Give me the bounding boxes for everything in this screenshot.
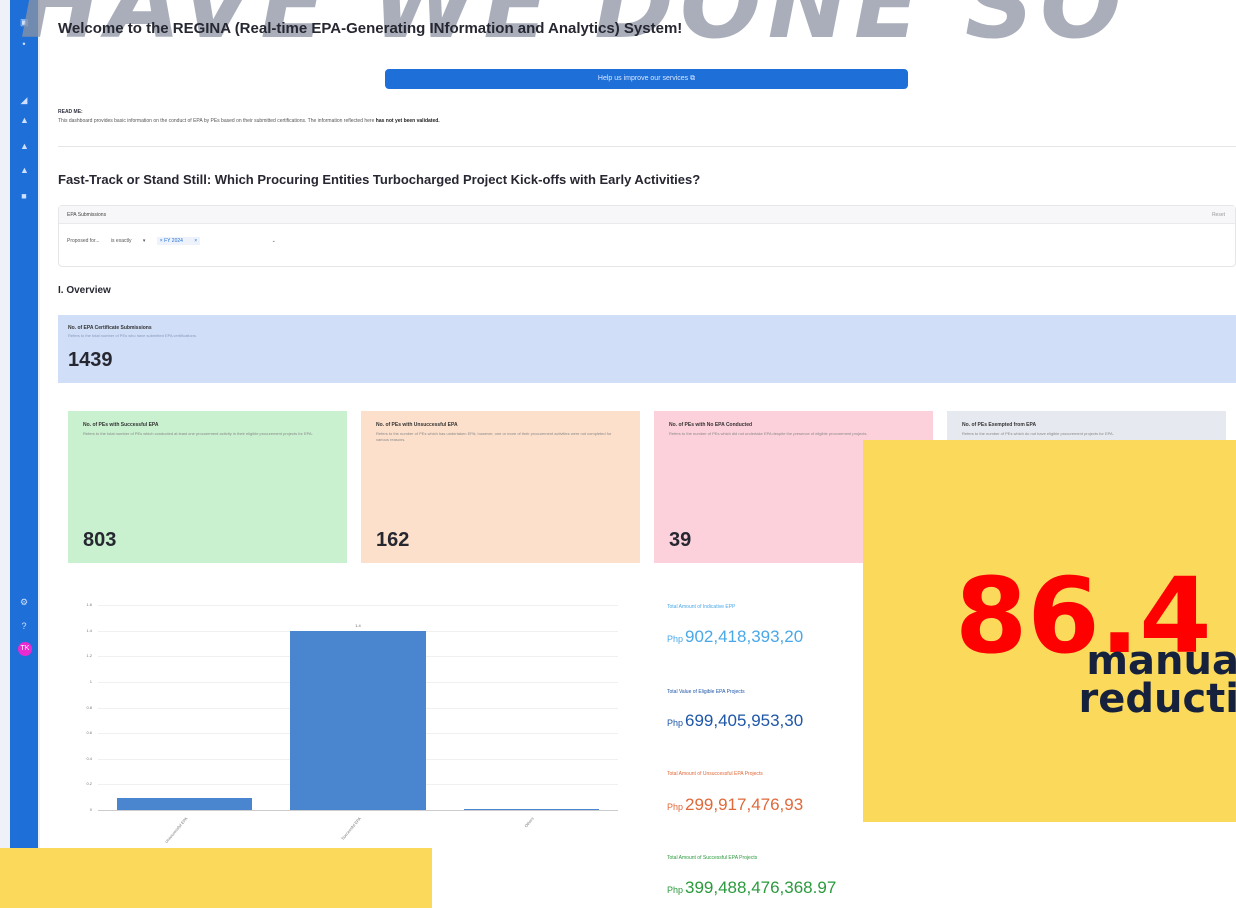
chart-y-tick-label: 1.6 (86, 602, 92, 607)
chart-y-tick-label: 0 (89, 807, 92, 812)
metric-card-submissions: No. of EPA Certificate Submissions Refer… (58, 315, 1236, 383)
help-button-label: Help us improve our services (597, 75, 689, 82)
filter-operator-select[interactable]: is exactly ▾ (111, 238, 145, 244)
sidebar: ▣ • ◢ ▲ ▲ ▲ ■ ⚙ ? TK (0, 0, 40, 908)
amount-value: Php 299,917,476,93 (667, 795, 803, 815)
amount-label: Total Amount of Successful EPA Projects (667, 855, 758, 861)
amount-value: Php 699,405,953,30 (667, 711, 803, 731)
amount-number: 299,917,476,93 (685, 795, 804, 814)
chart-x-tick-label: Others (523, 816, 536, 829)
filter-dropdown-icon[interactable]: ⌄ (272, 238, 276, 244)
divider (58, 146, 1236, 147)
team-icon[interactable]: ▲ (20, 166, 29, 175)
overlay-caption: manua reducti (1078, 638, 1236, 722)
currency-label: Php (667, 634, 684, 644)
chart-y-tick-label: 0.4 (86, 755, 92, 761)
filter-panel: EPA Submissions Reset Proposed for... is… (58, 205, 1236, 267)
metric-value: 803 (83, 529, 117, 551)
chart-bar-label: 1.4 (355, 622, 361, 628)
amount-number: 902,418,393,20 (685, 627, 804, 646)
help-improve-button[interactable]: Help us improve our services ⧉ (385, 69, 908, 89)
chart-y-tick-label: 0.6 (86, 730, 92, 736)
filter-chip-label: FY 2024 (164, 238, 183, 244)
bar-chart: 0 0.2 0.4 0.6 0.8 1 1.2 1.4 1.6 Unsuccessful EPA 1… (58, 585, 628, 850)
filter-row: Proposed for... is exactly ▾ × FY 2024 ×… (67, 237, 286, 245)
chart-x-tick-label: Unsuccessful EPA (163, 816, 189, 845)
avatar[interactable]: TK (18, 642, 32, 656)
readme-emphasis: has not yet been validated. (375, 118, 440, 124)
filter-value-chip[interactable]: × FY 2024 × (156, 237, 201, 245)
help-icon[interactable]: ? (20, 622, 28, 631)
chart-x-tick-label: Successful EPA (339, 816, 362, 841)
metric-title: No. of PEs with Successful EPA (83, 422, 159, 428)
metric-value: 162 (376, 529, 410, 551)
filter-header-label: EPA Submissions (67, 212, 107, 218)
overlay-banner (0, 848, 432, 908)
amount-label: Total Value of Eligible EPA Projects (667, 689, 745, 695)
amount-label: Total Amount of Indicative EPP (667, 604, 736, 610)
metric-description: Refers to the total number of PEs who ha… (68, 333, 197, 338)
metric-title: No. of PEs with No EPA Conducted (669, 422, 753, 428)
overlay-caption-line: reducti (1078, 676, 1236, 722)
currency-label: Php (667, 885, 684, 895)
metric-title: No. of EPA Certificate Submissions (68, 325, 152, 331)
chart-y-tick-label: 0.2 (86, 781, 92, 787)
metric-description: Refers to the total number of PEs which … (83, 431, 313, 436)
chart-gridline (98, 605, 618, 606)
readme-title: READ ME: (58, 109, 83, 115)
user-icon[interactable]: ▲ (20, 116, 29, 125)
external-link-icon: ⧉ (690, 75, 696, 82)
metric-title: No. of PEs Exempted from EPA (962, 422, 1037, 428)
chart-bar[interactable] (117, 798, 253, 810)
amount-number: 399,488,476,368.97 (685, 878, 837, 897)
section-title: Fast-Track or Stand Still: Which Procuri… (58, 172, 701, 187)
filter-operator-label: is exactly (110, 238, 132, 244)
group-icon[interactable]: ▲ (20, 142, 29, 151)
currency-label: Php (667, 718, 684, 728)
document-icon[interactable]: ■ (20, 192, 28, 201)
overview-heading: I. Overview (58, 285, 111, 296)
metric-card-unsuccessful: No. of PEs with Unsuccessful EPA Refers … (361, 411, 640, 563)
screenshot: ▣ • ◢ ▲ ▲ ▲ ■ ⚙ ? TK HAVE WE DONE SO Wel… (0, 0, 1236, 908)
amount-number: 699,405,953,30 (685, 711, 804, 730)
amount-value: Php 902,418,393,20 (667, 627, 803, 647)
filter-field-select[interactable]: Proposed for... (67, 238, 100, 244)
metric-card-successful: No. of PEs with Successful EPA Refers to… (68, 411, 347, 563)
filter-header[interactable]: EPA Submissions Reset (59, 206, 1235, 224)
sidebar-nav (10, 0, 38, 850)
readme-text: This dashboard provides basic informatio… (58, 118, 440, 124)
chart-y-tick-label: 1.4 (86, 627, 92, 633)
chart-icon[interactable]: ◢ (20, 96, 28, 105)
chart-bar[interactable] (290, 630, 426, 810)
settings-icon[interactable]: ⚙ (20, 598, 28, 607)
overlay-caption-line: manua (1086, 638, 1236, 684)
metric-description: Refers to the number of PEs which did no… (669, 431, 868, 436)
metric-value: 1439 (68, 349, 113, 371)
amount-label: Total Amount of Unsuccessful EPA Project… (667, 771, 763, 777)
chart-bar[interactable] (463, 809, 599, 811)
metric-description: Refers to the number of PEs which do not… (962, 431, 1114, 436)
chart-y-tick-label: 1.2 (86, 653, 92, 659)
overlay-stat-panel: 86.4 manua reducti (863, 440, 1236, 822)
page-title: Welcome to the REGINA (Real-time EPA-Gen… (58, 20, 683, 37)
amount-value: Php 399,488,476,368.97 (667, 878, 836, 898)
metric-description: Refers to the number of PEs which has un… (376, 431, 612, 442)
chart-y-tick-label: 0.8 (86, 704, 92, 710)
currency-label: Php (667, 802, 684, 812)
metric-title: No. of PEs with Unsuccessful EPA (376, 422, 458, 428)
reset-button[interactable]: Reset (1212, 212, 1225, 218)
metric-value: 39 (669, 529, 692, 551)
chart-y-tick-label: 1 (89, 678, 92, 684)
readme-body: This dashboard provides basic informatio… (58, 118, 375, 124)
